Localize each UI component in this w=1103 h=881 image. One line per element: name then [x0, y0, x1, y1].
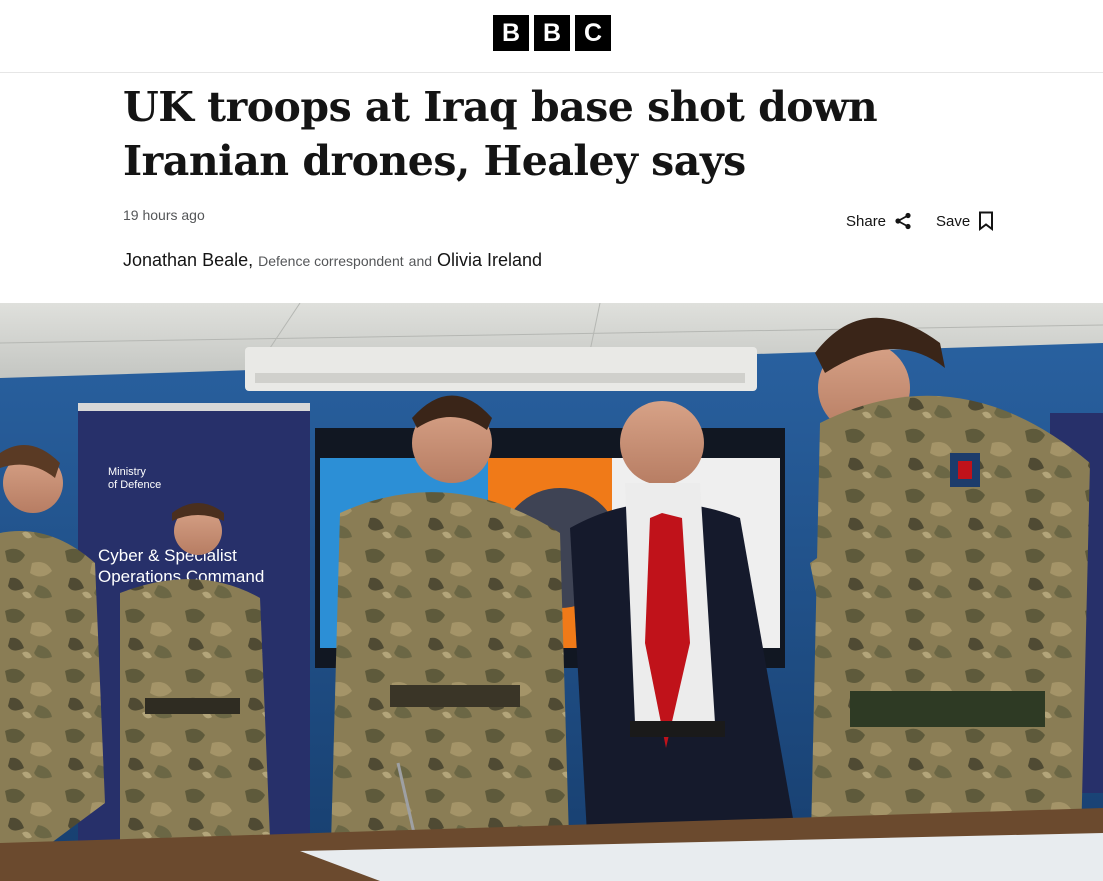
- author-name-1[interactable]: Jonathan Beale,: [123, 250, 253, 271]
- logo-letter-b1: B: [493, 15, 529, 51]
- byline: Jonathan Beale, Defence correspondent an…: [123, 250, 542, 271]
- logo-letter-b2: B: [534, 15, 570, 51]
- logo-letter-c: C: [575, 15, 611, 51]
- share-button[interactable]: Share: [846, 212, 912, 230]
- author-name-2[interactable]: Olivia Ireland: [437, 250, 542, 271]
- article-actions: Share Save: [846, 211, 994, 231]
- hero-image: Ministry of Defence Cyber & Specialist O…: [0, 303, 1103, 881]
- article-headline: UK troops at Iraq base shot down Iranian…: [123, 83, 878, 185]
- save-button[interactable]: Save: [936, 211, 994, 231]
- hero-image-illustration: Ministry of Defence Cyber & Specialist O…: [0, 303, 1103, 881]
- banner-text-line-1: Cyber & Specialist: [98, 546, 237, 565]
- share-label: Share: [846, 212, 887, 230]
- bbc-logo[interactable]: B B C: [493, 15, 611, 51]
- article-timestamp: 19 hours ago: [123, 207, 205, 223]
- banner-org-line-1: Ministry: [108, 466, 146, 478]
- banner-org-line-2: of Defence: [108, 479, 161, 491]
- bookmark-icon: [978, 211, 994, 231]
- author-role-1: Defence correspondent: [258, 253, 404, 269]
- share-icon: [894, 212, 912, 230]
- save-label: Save: [936, 212, 971, 230]
- byline-conjunction: and: [408, 253, 433, 269]
- masthead: B B C: [0, 0, 1103, 73]
